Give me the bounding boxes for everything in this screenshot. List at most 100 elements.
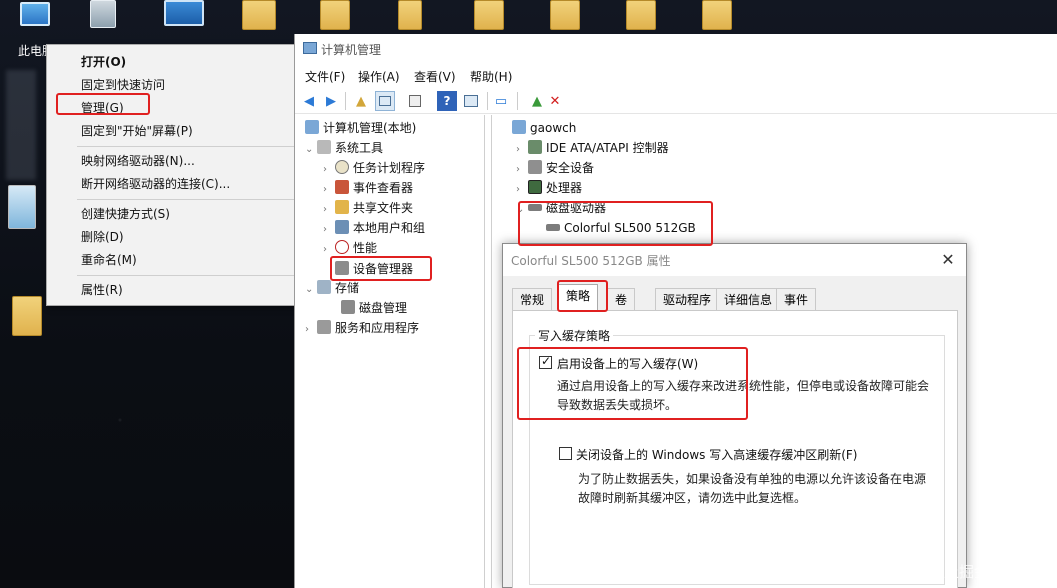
processor-icon	[528, 180, 542, 194]
menu-rename[interactable]: 重命名(M)	[48, 249, 301, 271]
tab-general[interactable]: 常规	[512, 288, 553, 310]
menu-map-drive[interactable]: 映射网络驱动器(N)...	[48, 150, 301, 172]
tree-local-users-label: 本地用户和组	[353, 221, 426, 235]
computer-icon	[305, 120, 319, 134]
menu-help[interactable]: 帮助(H)	[470, 68, 512, 85]
flush-desc-1: 为了防止数据丢失，如果设备没有单独的电源以允许该设备在电源	[578, 472, 927, 486]
properties-icon[interactable]	[405, 91, 425, 111]
chevron-right-icon: ›	[516, 144, 520, 155]
this-pc-shortcut[interactable]: 此电脑	[6, 2, 54, 58]
device-computer[interactable]: gaowch	[512, 118, 576, 138]
tree-shared-folders-label: 共享文件夹	[353, 201, 414, 215]
this-pc-icon	[20, 2, 50, 26]
tree-root-label: 计算机管理(本地)	[323, 121, 417, 135]
chevron-down-icon: ⌄	[305, 284, 314, 295]
forward-icon[interactable]: ▶	[321, 91, 341, 111]
menu-properties[interactable]: 属性(R)	[48, 279, 301, 301]
chevron-right-icon: ›	[323, 164, 327, 175]
action-pane-icon[interactable]	[461, 91, 481, 111]
tree-performance[interactable]: › 性能	[323, 238, 377, 258]
window-titlebar: 计算机管理	[295, 34, 1057, 64]
flush-checkbox[interactable]	[559, 447, 572, 460]
tree-system-tools[interactable]: ⌄ 系统工具	[305, 138, 383, 158]
tree-disk-management[interactable]: 磁盘管理	[341, 298, 407, 318]
highlight-policies-tab	[557, 280, 608, 312]
tree-shared-folders[interactable]: › 共享文件夹	[323, 198, 413, 218]
tree-performance-label: 性能	[353, 241, 378, 255]
tree-storage[interactable]: ⌄ 存储	[305, 278, 359, 298]
window-title: 计算机管理	[321, 43, 382, 57]
menu-open[interactable]: 打开(O)	[48, 51, 301, 73]
uninstall-icon[interactable]: ✕	[545, 91, 565, 111]
folder-icon	[242, 0, 276, 30]
menu-disconnect-drive[interactable]: 断开网络驱动器的连接(C)...	[48, 173, 301, 195]
menu-delete[interactable]: 删除(D)	[48, 226, 301, 248]
folder-icon	[12, 296, 42, 336]
services-icon	[317, 320, 331, 334]
tree-root[interactable]: 计算机管理(本地)	[305, 118, 416, 138]
menu-action[interactable]: 操作(A)	[358, 68, 400, 85]
tree-services[interactable]: › 服务和应用程序	[305, 318, 419, 338]
toolbar-separator	[517, 92, 518, 110]
tree-event-viewer-label: 事件查看器	[353, 181, 414, 195]
menu-separator	[77, 199, 295, 200]
tree-local-users[interactable]: › 本地用户和组	[323, 218, 425, 238]
tools-icon	[317, 140, 331, 154]
tree-task-scheduler[interactable]: › 任务计划程序	[323, 158, 425, 178]
chevron-right-icon: ›	[323, 184, 327, 195]
flush-label[interactable]: 关闭设备上的 Windows 写入高速缓存缓冲区刷新(F)	[576, 446, 857, 463]
tab-details[interactable]: 详细信息	[716, 288, 781, 310]
flush-desc-2: 故障时刷新其缓冲区，请勿选中此复选框。	[578, 491, 807, 505]
menu-separator	[77, 275, 295, 276]
device-security[interactable]: › 安全设备	[516, 158, 594, 178]
highlight-manage	[56, 93, 150, 115]
device-processor[interactable]: › 处理器	[516, 178, 582, 198]
folder-icon	[398, 0, 422, 30]
show-tree-icon[interactable]	[375, 91, 395, 111]
blurred-icons	[6, 70, 36, 180]
back-icon[interactable]: ◀	[299, 91, 319, 111]
highlight-write-cache	[517, 347, 748, 420]
dialog-titlebar: Colorful SL500 512GB 属性 ✕	[503, 244, 966, 276]
up-folder-icon[interactable]: ▲	[351, 91, 371, 111]
folder-shortcut[interactable]	[6, 296, 50, 336]
users-icon	[335, 220, 349, 234]
control-panel-shortcut[interactable]	[158, 0, 204, 40]
menu-create-shortcut[interactable]: 创建快捷方式(S)	[48, 203, 301, 225]
device-ide[interactable]: › IDE ATA/ATAPI 控制器	[516, 138, 669, 158]
tree-task-scheduler-label: 任务计划程序	[353, 161, 426, 175]
update-driver-icon[interactable]: ▲	[527, 91, 547, 111]
chevron-right-icon: ›	[516, 164, 520, 175]
ide-controller-icon	[528, 140, 542, 154]
tab-driver[interactable]: 驱动程序	[655, 288, 720, 310]
folder-icon	[320, 0, 350, 30]
toolbar-separator	[487, 92, 488, 110]
folder-icon	[550, 0, 580, 30]
context-menu: 打开(O) 固定到快速访问 管理(G) 固定到"开始"屏幕(P) 映射网络驱动器…	[46, 44, 302, 306]
folder-icon	[626, 0, 656, 30]
desktop-shortcut[interactable]	[6, 185, 50, 229]
menu-separator	[77, 146, 295, 147]
close-icon[interactable]: ✕	[938, 250, 958, 270]
menu-file[interactable]: 文件(F)	[305, 68, 345, 85]
tab-volumes[interactable]: 卷	[607, 288, 636, 310]
help-icon[interactable]: ?	[437, 91, 457, 111]
chevron-right-icon: ›	[305, 324, 309, 335]
tab-events[interactable]: 事件	[776, 288, 817, 310]
toolbar-separator	[345, 92, 346, 110]
recycle-bin-shortcut[interactable]	[84, 0, 128, 40]
monitor-icon[interactable]: ▭	[491, 91, 511, 111]
folder-shortcut[interactable]	[236, 0, 280, 40]
tree-storage-label: 存储	[335, 281, 360, 295]
performance-icon	[335, 240, 349, 254]
chevron-right-icon: ›	[323, 224, 327, 235]
shared-folder-icon	[335, 200, 349, 214]
tree-event-viewer[interactable]: › 事件查看器	[323, 178, 413, 198]
device-computer-label: gaowch	[530, 121, 577, 135]
menu-view[interactable]: 查看(V)	[414, 68, 456, 85]
navigation-tree: 计算机管理(本地) ⌄ 系统工具 › 任务计划程序 › 事件查看器 › 共享文件夹 › 本…	[295, 115, 485, 588]
chevron-right-icon: ›	[323, 204, 327, 215]
control-panel-icon	[164, 0, 204, 26]
computer-icon	[512, 120, 526, 134]
menu-pin-start[interactable]: 固定到"开始"屏幕(P)	[48, 120, 301, 142]
